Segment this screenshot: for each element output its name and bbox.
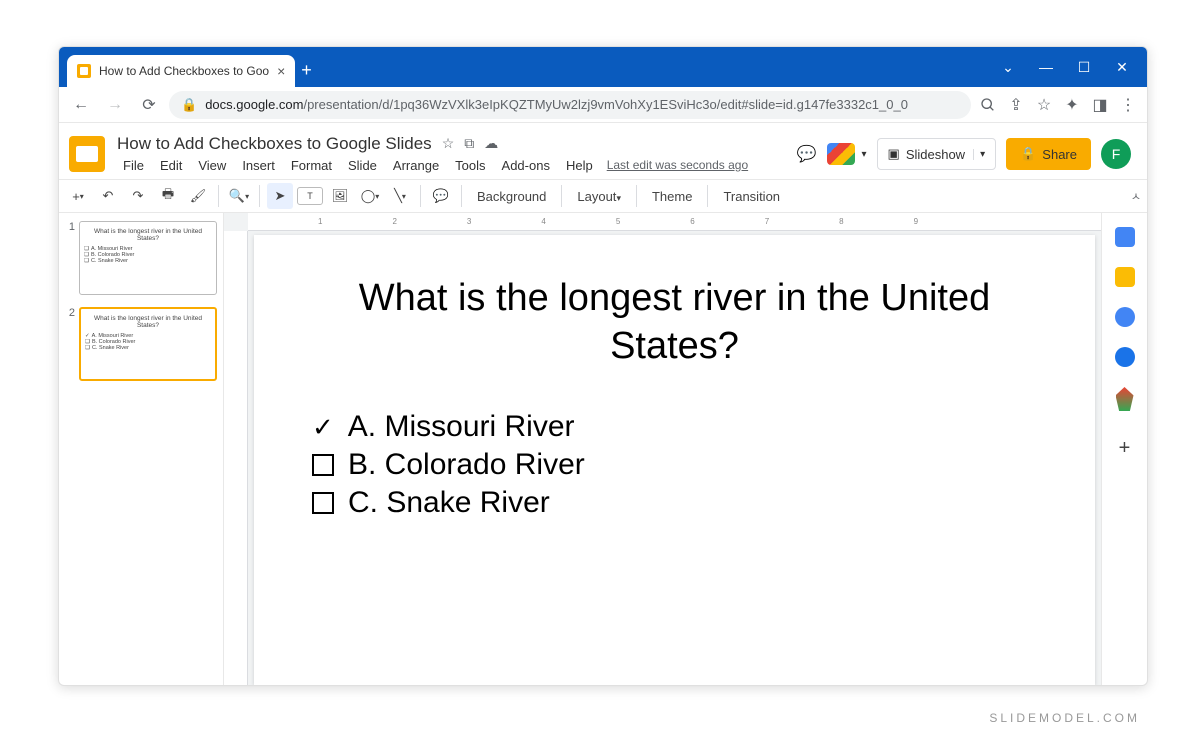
share-button[interactable]: 🔒Share (1006, 138, 1091, 170)
thumb-number: 2 (65, 307, 75, 381)
menu-view[interactable]: View (192, 156, 232, 175)
slide-option-a[interactable]: ✓A. Missouri River (312, 410, 1045, 444)
get-addons-icon[interactable]: + (1119, 437, 1131, 460)
present-icon: ▣ (888, 146, 900, 162)
slides-logo-icon[interactable] (69, 136, 105, 172)
reload-button[interactable]: ⟳ (135, 91, 163, 119)
keep-icon[interactable] (1115, 267, 1135, 287)
paint-format-button[interactable]: 🖌 (185, 183, 211, 209)
redo-button[interactable]: ↷ (125, 183, 151, 209)
shape-tool[interactable]: ◯▾ (357, 183, 383, 209)
checkmark-icon: ✓ (312, 412, 334, 443)
menu-arrange[interactable]: Arrange (387, 156, 445, 175)
ruler-horizontal: 123456789 (248, 213, 1101, 231)
zoom-button[interactable]: 🔍▾ (226, 183, 252, 209)
document-title[interactable]: How to Add Checkboxes to Google Slides (117, 134, 432, 154)
slide-question-text[interactable]: What is the longest river in the United … (304, 275, 1045, 370)
account-avatar[interactable]: F (1101, 139, 1131, 169)
new-tab-button[interactable]: + (301, 60, 312, 81)
slide-filmstrip: 1 What is the longest river in the Unite… (59, 213, 224, 685)
url-field[interactable]: 🔒 docs.google.com/presentation/d/1pq36Wz… (169, 91, 971, 119)
menu-format[interactable]: Format (285, 156, 338, 175)
slide-thumbnail-1[interactable]: What is the longest river in the United … (79, 221, 217, 295)
browser-window: How to Add Checkboxes to Goo × + ⌄ — ☐ ✕… (58, 46, 1148, 686)
line-tool[interactable]: ╲▾ (387, 183, 413, 209)
tab-close-icon[interactable]: × (277, 63, 285, 79)
layout-button[interactable]: Layout▾ (569, 189, 629, 204)
slides-favicon-icon (77, 64, 91, 78)
zoom-icon[interactable] (977, 94, 999, 116)
menu-help[interactable]: Help (560, 156, 599, 175)
slide-thumbnail-2[interactable]: What is the longest river in the United … (79, 307, 217, 381)
menu-tools[interactable]: Tools (449, 156, 491, 175)
lock-icon: 🔒 (1020, 146, 1036, 162)
maximize-button[interactable]: ☐ (1067, 53, 1101, 81)
tasks-icon[interactable] (1115, 307, 1135, 327)
select-tool[interactable]: ➤ (267, 183, 293, 209)
menu-insert[interactable]: Insert (236, 156, 281, 175)
menu-addons[interactable]: Add-ons (496, 156, 556, 175)
menu-bar: File Edit View Insert Format Slide Arran… (113, 154, 787, 175)
forward-button[interactable]: → (101, 91, 129, 119)
minimize-button[interactable]: — (1029, 53, 1063, 81)
lock-icon: 🔒 (181, 97, 197, 113)
maps-icon[interactable] (1116, 387, 1134, 411)
last-edit-link[interactable]: Last edit was seconds ago (607, 158, 748, 172)
bookmark-star-icon[interactable]: ☆ (1033, 94, 1055, 116)
chrome-titlebar: How to Add Checkboxes to Goo × + ⌄ — ☐ ✕ (59, 47, 1147, 87)
undo-button[interactable]: ↶ (95, 183, 121, 209)
checkbox-icon (312, 454, 334, 476)
comments-icon[interactable]: 💬 (795, 143, 817, 165)
extensions-icon[interactable]: ✦ (1061, 94, 1083, 116)
contacts-icon[interactable] (1115, 347, 1135, 367)
address-bar: ← → ⟳ 🔒 docs.google.com/presentation/d/1… (59, 87, 1147, 123)
chevron-down-icon[interactable]: ⌄ (991, 53, 1025, 81)
back-button[interactable]: ← (67, 91, 95, 119)
menu-slide[interactable]: Slide (342, 156, 383, 175)
share-url-icon[interactable]: ⇪ (1005, 94, 1027, 116)
ruler-vertical (224, 231, 248, 685)
collapse-toolbar-icon[interactable]: ㅅ (1131, 188, 1141, 204)
slide-option-c[interactable]: C. Snake River (312, 486, 1045, 520)
close-window-button[interactable]: ✕ (1105, 53, 1139, 81)
theme-button[interactable]: Theme (644, 189, 700, 204)
star-icon[interactable]: ☆ (442, 135, 455, 152)
meet-button[interactable]: ▾ (827, 138, 866, 170)
print-button[interactable]: 🖶 (155, 183, 181, 209)
slide-canvas[interactable]: What is the longest river in the United … (254, 235, 1095, 685)
cloud-status-icon[interactable]: ☁ (484, 135, 498, 152)
side-panel: + (1101, 213, 1147, 685)
textbox-tool[interactable]: T (297, 187, 323, 205)
app-header: How to Add Checkboxes to Google Slides ☆… (59, 123, 1147, 179)
comment-tool[interactable]: 💬 (428, 183, 454, 209)
canvas-area: 123456789 What is the longest river in t… (224, 213, 1101, 685)
image-tool[interactable]: 🖼 (327, 183, 353, 209)
slide-option-b[interactable]: B. Colorado River (312, 448, 1045, 482)
watermark-text: SLIDEMODEL.COM (989, 711, 1140, 725)
checkbox-icon (312, 492, 334, 514)
calendar-icon[interactable] (1115, 227, 1135, 247)
url-text: docs.google.com/presentation/d/1pq36WzVX… (205, 97, 908, 112)
tab-title: How to Add Checkboxes to Goo (99, 64, 269, 78)
menu-edit[interactable]: Edit (154, 156, 188, 175)
background-button[interactable]: Background (469, 189, 554, 204)
thumb-number: 1 (65, 221, 75, 295)
toolbar: +▾ ↶ ↷ 🖶 🖌 🔍▾ ➤ T 🖼 ◯▾ ╲▾ 💬 Background L… (59, 179, 1147, 213)
transition-button[interactable]: Transition (715, 189, 788, 204)
chrome-menu-icon[interactable]: ⋮ (1117, 94, 1139, 116)
move-icon[interactable]: ⧉ (464, 135, 474, 152)
slideshow-button[interactable]: ▣Slideshow▾ (877, 138, 997, 170)
account-icon[interactable]: ◨ (1089, 94, 1111, 116)
new-slide-button[interactable]: +▾ (65, 183, 91, 209)
menu-file[interactable]: File (117, 156, 150, 175)
browser-tab[interactable]: How to Add Checkboxes to Goo × (67, 55, 295, 87)
meet-icon (827, 143, 855, 165)
